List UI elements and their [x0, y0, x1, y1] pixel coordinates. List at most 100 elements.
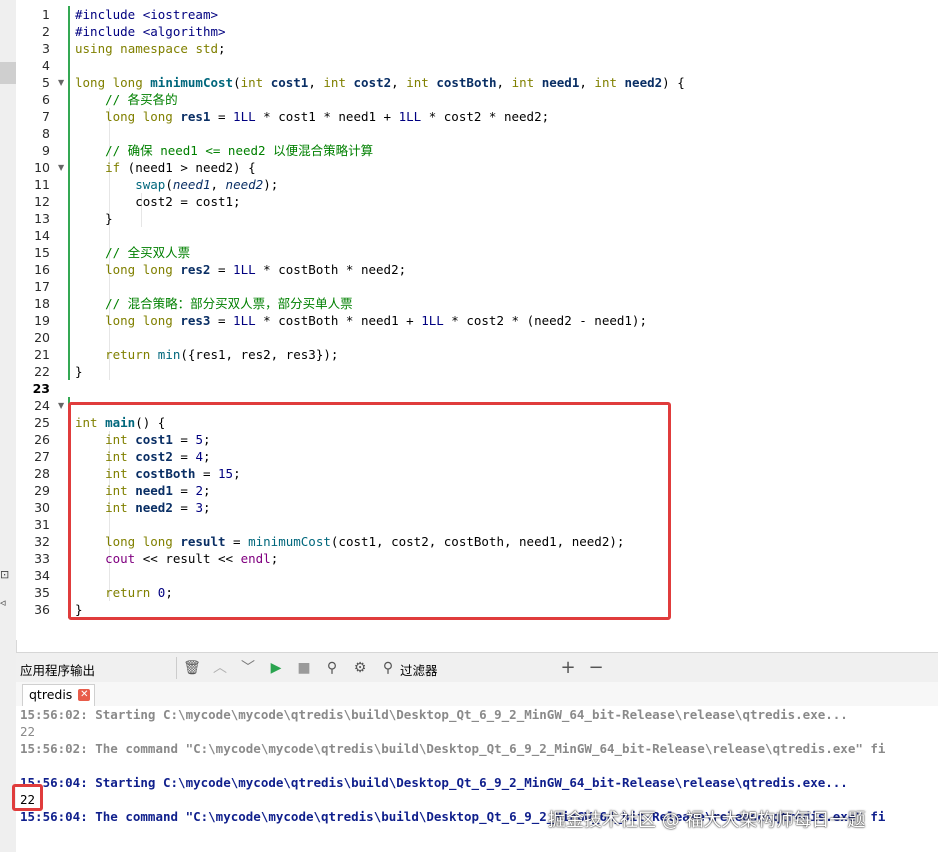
close-icon[interactable]: ✕ — [78, 689, 91, 701]
code-token: 1LL — [421, 313, 444, 328]
code-token: long long — [75, 75, 151, 90]
code-token: cost2 — [353, 75, 392, 90]
line-number: 17 — [34, 279, 50, 294]
line-number: 11 — [34, 177, 50, 192]
line-number: 12 — [34, 194, 50, 209]
line-number: 34 — [34, 568, 50, 583]
code-token: , — [210, 177, 226, 192]
side-panel-icon[interactable]: ◃ — [0, 596, 6, 609]
side-panel-selected-item[interactable] — [0, 62, 16, 84]
trash-icon[interactable]: 🗑 — [182, 658, 202, 678]
line-number: 14 — [34, 228, 50, 243]
code-token: swap — [75, 177, 166, 192]
search-icon[interactable]: ⚲ — [378, 658, 398, 678]
code-token: int — [406, 75, 437, 90]
code-token: (need1 > need2) { — [120, 160, 256, 175]
line-number: 3 — [42, 41, 50, 56]
arrow-down-icon[interactable]: ﹀ — [238, 658, 258, 678]
line-number: 8 — [42, 126, 50, 141]
code-token: , — [579, 75, 595, 90]
line-number: 31 — [34, 517, 50, 532]
filter-input[interactable]: 过滤器 — [400, 660, 438, 679]
code-token: res2 — [180, 262, 211, 277]
tab-label: qtredis — [29, 687, 73, 702]
line-number: 32 — [34, 534, 50, 549]
code-token: = — [210, 109, 234, 124]
line-number: 20 — [34, 330, 50, 345]
code-token: int — [594, 75, 625, 90]
code-line: long long res2 = 1LL * costBoth * need2; — [75, 261, 406, 278]
output-line: 15:56:04: Starting C:\mycode\mycode\qtre… — [20, 775, 848, 790]
code-token: ( — [165, 177, 173, 192]
line-number: 30 — [34, 500, 50, 515]
line-number: 5 — [42, 75, 50, 90]
code-token: long long — [75, 109, 181, 124]
minus-icon[interactable]: − — [586, 658, 606, 678]
code-token: minimumCost — [150, 75, 234, 90]
line-number: 6 — [42, 92, 50, 107]
code-token: int — [323, 75, 354, 90]
code-token: * cost2 * (need2 - need1); — [443, 313, 647, 328]
code-comment: // 各买各的 — [75, 92, 178, 107]
code-token: return — [75, 347, 158, 362]
code-token: min — [157, 347, 181, 362]
code-token: long long — [75, 262, 181, 277]
line-number: 4 — [42, 58, 50, 73]
output-pane-toolbar: 应用程序输出 🗑 ︿ ﹀ ▶ ■ ⚲ ⚙ ⚲ 过滤器 + − — [16, 652, 938, 684]
fold-arrow-icon[interactable]: ▼ — [58, 159, 68, 176]
line-number: 36 — [34, 602, 50, 617]
line-number: 21 — [34, 347, 50, 362]
code-line: swap(need1, need2); — [75, 176, 278, 193]
tab-qtredis[interactable]: qtredis ✕ — [22, 684, 96, 706]
code-line: } — [75, 211, 113, 226]
output-line: 15:56:02: The command "C:\mycode\mycode\… — [20, 741, 886, 756]
clean-icon[interactable]: ⚲ — [322, 658, 342, 678]
arrow-up-icon[interactable]: ︿ — [210, 658, 230, 678]
line-number: 28 — [34, 466, 50, 481]
line-number: 29 — [34, 483, 50, 498]
code-token: ) { — [662, 75, 685, 90]
code-token: * costBoth * need2; — [255, 262, 407, 277]
code-token: long long — [75, 313, 181, 328]
fold-arrow-icon[interactable]: ▼ — [58, 74, 68, 91]
code-token: need1 — [172, 177, 211, 192]
line-number: 16 — [34, 262, 50, 277]
code-token: costBoth — [436, 75, 497, 90]
code-token: ( — [233, 75, 241, 90]
line-number: 18 — [34, 296, 50, 311]
fold-arrow-icon[interactable]: ▼ — [58, 397, 68, 414]
line-number: 24 — [34, 398, 50, 413]
code-line: if (need1 > need2) { — [75, 159, 256, 176]
watermark-text: 掘金技术社区 @ 福大大架构师每日一题 — [548, 810, 866, 831]
code-token: ({res1, res2, res3}); — [180, 347, 339, 362]
run-icon[interactable]: ▶ — [266, 658, 286, 678]
line-number: 25 — [34, 415, 50, 430]
code-token: need1 — [541, 75, 580, 90]
code-token: , — [496, 75, 512, 90]
code-token: cost1 — [270, 75, 309, 90]
code-token: if — [75, 160, 121, 175]
code-comment: // 全买双人票 — [75, 245, 191, 260]
output-pane-title: 应用程序输出 — [20, 663, 96, 678]
output-line: 22 — [20, 724, 36, 739]
code-token: need2 — [624, 75, 663, 90]
code-token: res3 — [180, 313, 211, 328]
stop-icon[interactable]: ■ — [294, 658, 314, 678]
plus-icon[interactable]: + — [558, 658, 578, 678]
gear-icon[interactable]: ⚙ — [350, 658, 370, 678]
code-line: long long res1 = 1LL * cost1 * need1 + 1… — [75, 108, 549, 125]
line-number: 1 — [42, 7, 50, 22]
code-line: long long res3 = 1LL * costBoth * need1 … — [75, 312, 647, 329]
toolbar-separator — [176, 657, 177, 679]
code-token: <iostream> — [142, 7, 218, 22]
output-tab-bar: qtredis ✕ — [16, 682, 938, 707]
side-panel-icon[interactable]: ⊡ — [0, 568, 9, 581]
code-token: 1LL — [398, 109, 422, 124]
line-number: 10 — [34, 160, 50, 175]
code-line: } — [75, 364, 83, 379]
code-token: res1 — [180, 109, 211, 124]
output-line: 15:56:02: Starting C:\mycode\mycode\qtre… — [20, 707, 848, 722]
code-token: * cost2 * need2; — [421, 109, 550, 124]
line-number: 9 — [42, 143, 50, 158]
line-number: 22 — [34, 364, 50, 379]
